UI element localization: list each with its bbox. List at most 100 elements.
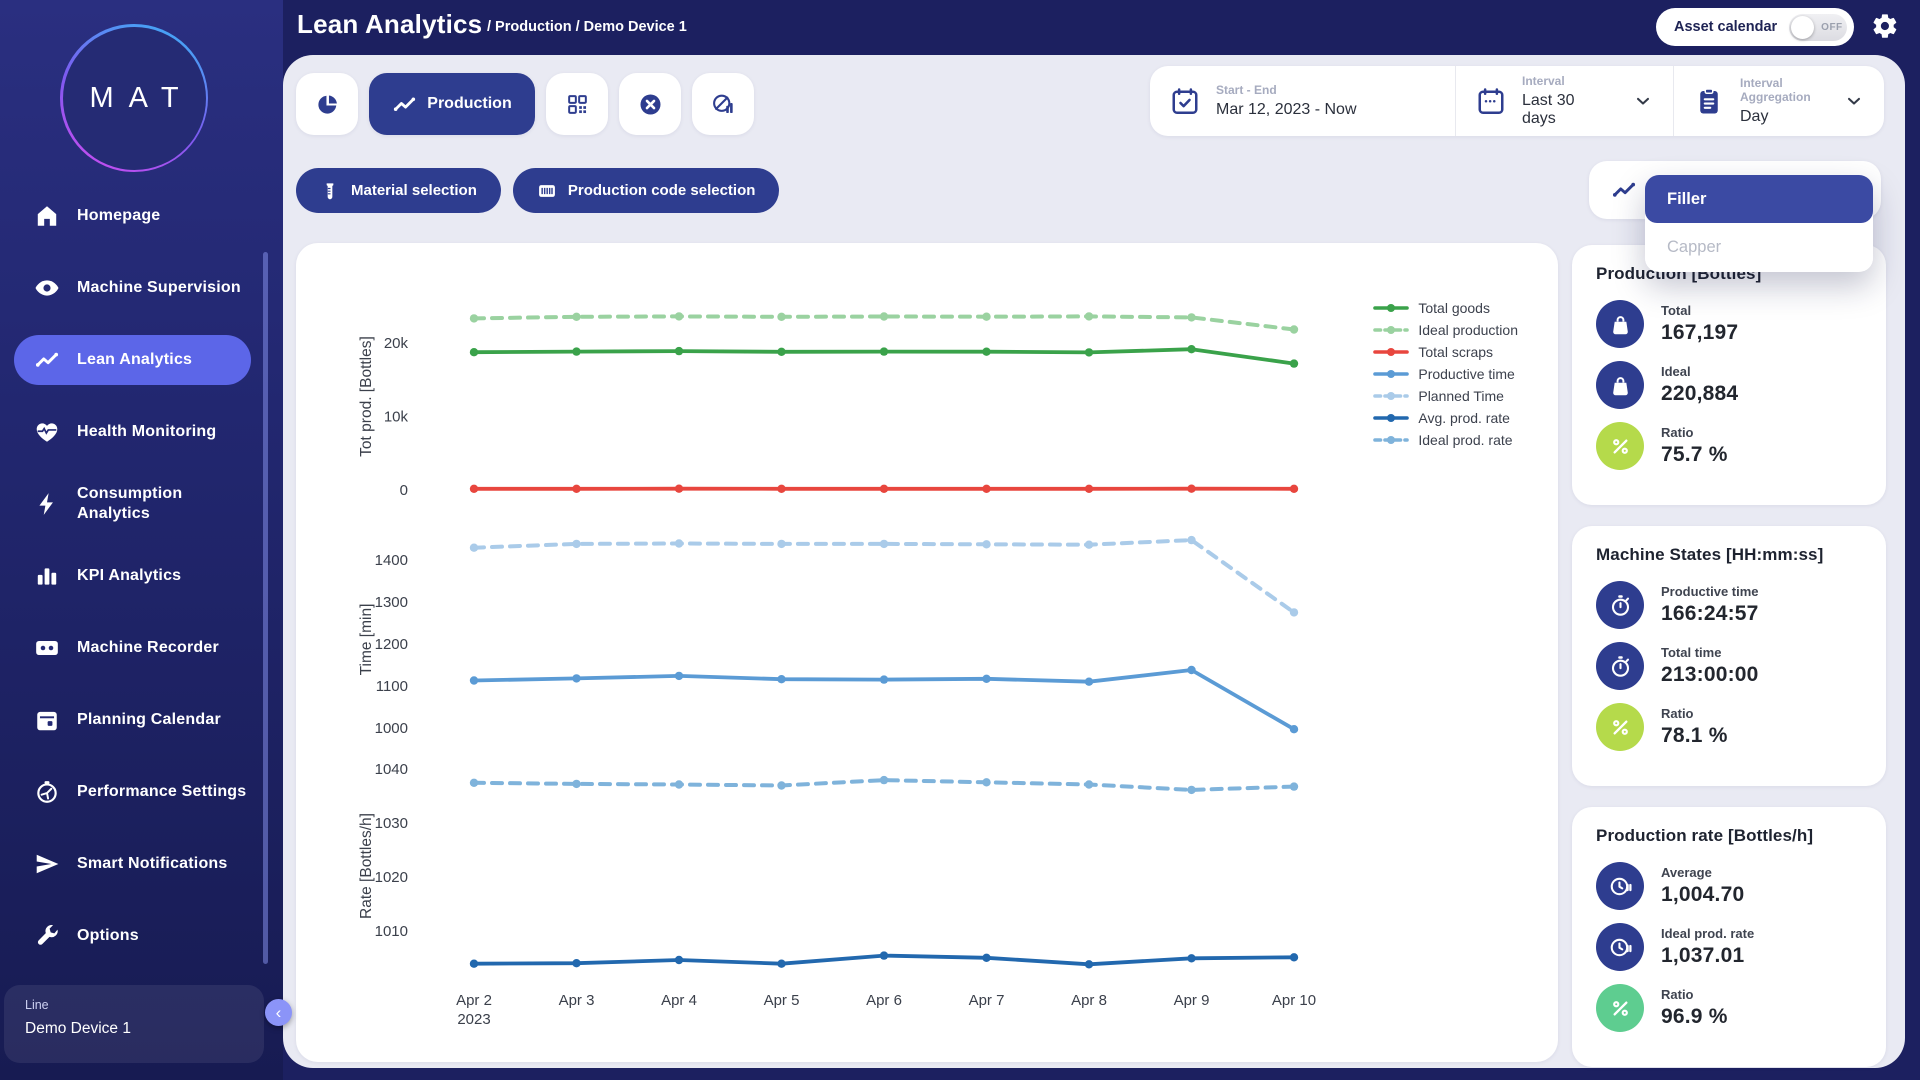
sidebar-item-planning-calendar[interactable]: Planning Calendar xyxy=(0,684,283,756)
settings-gear-icon[interactable] xyxy=(1871,12,1899,40)
sidebar-item-machine-supervision[interactable]: Machine Supervision xyxy=(0,252,283,324)
sidebar-item-health-monitoring[interactable]: Health Monitoring xyxy=(0,396,283,468)
svg-text:Apr 5: Apr 5 xyxy=(764,992,800,1009)
svg-text:1100: 1100 xyxy=(376,678,408,695)
stat-card-title: Production rate [Bottles/h] xyxy=(1596,826,1862,846)
gauge-icon xyxy=(34,779,60,805)
percent-icon xyxy=(1608,996,1633,1021)
sidebar-scrollbar[interactable] xyxy=(263,252,268,964)
breadcrumb: / Production / Demo Device 1 xyxy=(487,19,687,35)
stat-label: Ratio xyxy=(1661,425,1728,440)
stat-label: Ideal prod. rate xyxy=(1661,926,1754,941)
weight-icon xyxy=(1608,373,1633,398)
interval-select[interactable]: Interval Last 30 days xyxy=(1455,66,1673,136)
dropdown-option-filler[interactable]: Filler xyxy=(1645,175,1873,223)
sidebar-item-label: Options xyxy=(77,926,247,946)
aggregation-select[interactable]: Interval Aggregation Day xyxy=(1673,66,1884,136)
view-tab-label: Production xyxy=(427,95,511,113)
svg-text:Apr 7: Apr 7 xyxy=(969,992,1005,1009)
legend-item: Total goods xyxy=(1373,300,1518,316)
legend-item: Planned Time xyxy=(1373,388,1518,404)
stat-row: Ratio78.1 % xyxy=(1596,703,1862,751)
sidebar-item-lean-analytics[interactable]: Lean Analytics xyxy=(0,324,283,396)
wrench-icon xyxy=(34,923,60,949)
chart-legend: Total goodsIdeal productionTotal scrapsP… xyxy=(1373,300,1518,448)
sidebar-item-homepage[interactable]: Homepage xyxy=(0,180,283,252)
sidebar-item-consumption-analytics[interactable]: Consumption Analytics xyxy=(0,468,283,540)
eye-icon xyxy=(34,275,60,301)
stopwatch-icon xyxy=(1608,654,1633,679)
legend-label: Total goods xyxy=(1418,300,1490,316)
sidebar-collapse-button[interactable]: ‹ xyxy=(265,999,292,1026)
calendar-icon xyxy=(34,707,60,733)
sidebar-item-options[interactable]: Options xyxy=(0,900,283,972)
clock-pause-icon xyxy=(1608,874,1633,899)
view-tab-circle-x[interactable] xyxy=(619,73,681,135)
view-tab-production[interactable]: Production xyxy=(369,73,535,135)
stats-column: Production [Bottles]Total167,197Ideal220… xyxy=(1572,245,1886,1067)
pie-chart-icon xyxy=(315,92,340,117)
sidebar-item-kpi-analytics[interactable]: KPI Analytics xyxy=(0,540,283,612)
chart-card: Tot prod. [Bottles]010k20kTime [min]1000… xyxy=(296,243,1558,1062)
content-panel: Production Start - End Mar 12, 2023 - No… xyxy=(283,55,1905,1068)
asset-calendar-switch[interactable]: OFF xyxy=(1789,14,1847,41)
legend-swatch-icon xyxy=(1373,435,1409,445)
production-code-selection-button[interactable]: Production code selection xyxy=(513,168,780,213)
svg-text:1400: 1400 xyxy=(375,552,408,569)
stat-value: 167,197 xyxy=(1661,321,1738,345)
sidebar-item-label: Machine Recorder xyxy=(77,638,247,658)
sidebar-item-machine-recorder[interactable]: Machine Recorder xyxy=(0,612,283,684)
sidebar-item-label: Consumption Analytics xyxy=(77,484,247,524)
legend-label: Total scraps xyxy=(1418,344,1493,360)
qr-code-icon xyxy=(565,92,590,117)
selection-button-label: Production code selection xyxy=(568,182,756,199)
legend-label: Planned Time xyxy=(1418,388,1504,404)
line-device-card[interactable]: Line Demo Device 1 xyxy=(4,985,264,1063)
svg-text:1040: 1040 xyxy=(375,761,408,778)
view-tab-qr-code[interactable] xyxy=(546,73,608,135)
view-tab-gauge-bars[interactable] xyxy=(692,73,754,135)
stat-card: Production rate [Bottles/h] Average 1,004.… xyxy=(1572,807,1886,1067)
stat-label: Average xyxy=(1661,865,1744,880)
view-tab-pie-chart[interactable] xyxy=(296,73,358,135)
aggregation-value: Day xyxy=(1740,108,1822,126)
legend-swatch-icon xyxy=(1373,391,1409,401)
date-range-picker[interactable]: Start - End Mar 12, 2023 - Now xyxy=(1150,66,1455,136)
stat-row: Average 1,004.70 xyxy=(1596,862,1862,910)
stat-value: 1,004.70 xyxy=(1661,883,1744,907)
svg-text:Apr 3: Apr 3 xyxy=(559,992,595,1009)
svg-text:Rate [Bottles/h]: Rate [Bottles/h] xyxy=(358,813,375,919)
asset-calendar-toggle[interactable]: Asset calendar OFF xyxy=(1656,8,1854,46)
material-selection-button[interactable]: Material selection xyxy=(296,168,501,213)
stat-card: Production [Bottles]Total167,197Ideal220… xyxy=(1572,245,1886,505)
svg-text:10k: 10k xyxy=(384,408,409,425)
legend-label: Productive time xyxy=(1418,366,1514,382)
stat-value: 96.9 % xyxy=(1661,1005,1728,1029)
percent-icon xyxy=(1608,434,1633,459)
brand-logo[interactable]: MAT xyxy=(60,24,208,172)
svg-text:1300: 1300 xyxy=(375,594,408,611)
date-range-label: Start - End xyxy=(1216,83,1357,97)
legend-swatch-icon xyxy=(1373,325,1409,335)
dropdown-option-capper[interactable]: Capper xyxy=(1645,223,1873,271)
legend-swatch-icon xyxy=(1373,413,1409,423)
gauge-bars-icon xyxy=(711,92,736,117)
toggle-state-label: OFF xyxy=(1821,22,1843,33)
sidebar-item-smart-notifications[interactable]: Smart Notifications xyxy=(0,828,283,900)
sidebar-item-label: Health Monitoring xyxy=(77,422,247,442)
weight-icon xyxy=(1608,312,1633,337)
legend-swatch-icon xyxy=(1373,369,1409,379)
stat-label: Ratio xyxy=(1661,706,1728,721)
sidebar-item-label: Planning Calendar xyxy=(77,710,247,730)
beaker-icon xyxy=(320,181,340,201)
stat-row: Productive time166:24:57 xyxy=(1596,581,1862,629)
sidebar-item-performance-settings[interactable]: Performance Settings xyxy=(0,756,283,828)
svg-text:0: 0 xyxy=(400,482,408,499)
sidebar-item-label: Machine Supervision xyxy=(77,278,247,298)
svg-text:Apr 6: Apr 6 xyxy=(866,992,902,1009)
filter-card: Start - End Mar 12, 2023 - Now Interval … xyxy=(1150,66,1884,136)
calendar-dots-icon xyxy=(1476,86,1506,116)
legend-item: Ideal prod. rate xyxy=(1373,432,1518,448)
svg-text:1010: 1010 xyxy=(375,923,408,940)
bolt-icon xyxy=(34,491,60,517)
